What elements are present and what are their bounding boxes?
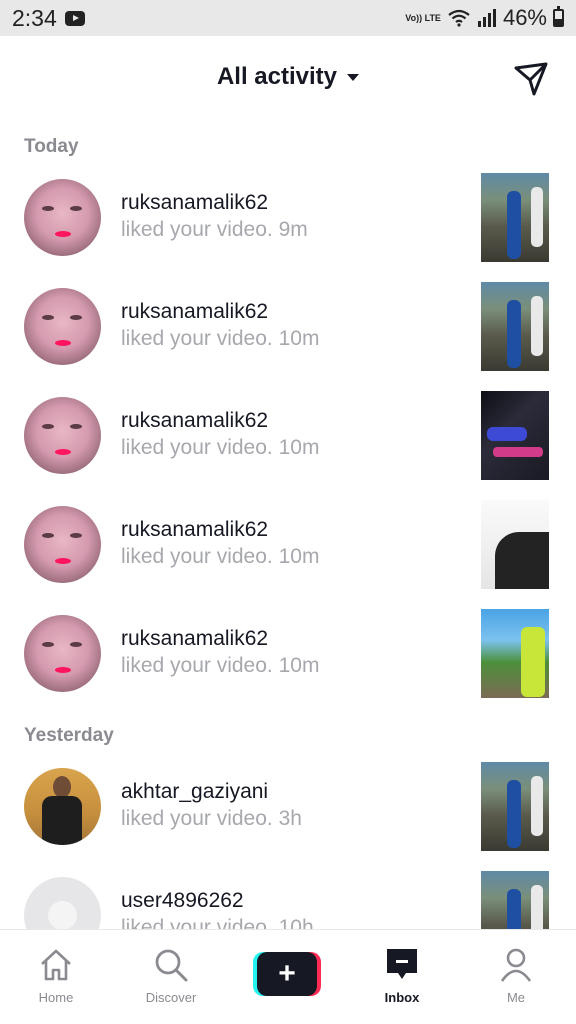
video-thumbnail[interactable]	[481, 762, 549, 851]
battery-percent: 46%	[502, 5, 547, 30]
notification-row[interactable]: akhtar_gaziyani liked your video. 3h	[0, 757, 576, 857]
profile-icon	[500, 948, 532, 982]
tab-discover-label: Discover	[145, 990, 197, 1005]
tab-home-label: Home	[38, 990, 74, 1005]
wifi-icon	[448, 9, 470, 27]
notification-username[interactable]: ruksanamalik62	[121, 191, 268, 215]
notification-action: liked your video. 10m	[121, 327, 320, 350]
avatar[interactable]	[24, 768, 101, 845]
tab-me[interactable]: Me	[466, 930, 566, 1024]
home-icon	[41, 949, 71, 981]
tab-me-label: Me	[506, 990, 526, 1005]
notification-username[interactable]: ruksanamalik62	[121, 627, 268, 651]
notification-row[interactable]: ruksanamalik62 liked your video. 10m	[0, 495, 576, 595]
signal-icon	[477, 9, 496, 27]
notification-row[interactable]: ruksanamalik62 liked your video. 10m	[0, 604, 576, 704]
search-icon	[155, 949, 188, 982]
avatar[interactable]	[24, 179, 101, 256]
tab-home[interactable]: Home	[6, 930, 106, 1024]
paper-plane-icon[interactable]	[512, 60, 550, 98]
status-time: 2:34	[12, 4, 57, 31]
avatar[interactable]	[24, 397, 101, 474]
youtube-icon	[64, 10, 85, 26]
notification-action: liked your video. 10m	[121, 436, 320, 459]
section-label-yesterday: Yesterday	[24, 725, 114, 746]
create-video-button[interactable]: +	[253, 952, 321, 996]
video-thumbnail[interactable]	[481, 173, 549, 262]
tab-discover[interactable]: Discover	[121, 930, 221, 1024]
avatar[interactable]	[24, 288, 101, 365]
avatar[interactable]	[24, 506, 101, 583]
caret-down-icon	[347, 73, 360, 81]
notification-username[interactable]: user4896262	[121, 889, 244, 913]
video-thumbnail[interactable]	[481, 609, 549, 698]
notification-action: liked your video. 9m	[121, 218, 308, 241]
inbox-header: All activity	[0, 36, 576, 122]
tab-inbox-label: Inbox	[384, 990, 420, 1005]
video-thumbnail[interactable]	[481, 500, 549, 589]
notification-action: liked your video. 10m	[121, 545, 320, 568]
notification-username[interactable]: ruksanamalik62	[121, 518, 268, 542]
notification-row[interactable]: ruksanamalik62 liked your video. 10m	[0, 277, 576, 377]
video-thumbnail[interactable]	[481, 282, 549, 371]
notification-action: liked your video. 3h	[121, 807, 302, 830]
bottom-tab-bar: Home Discover + Inbox Me	[0, 929, 576, 1024]
inbox-icon	[387, 949, 417, 979]
section-label-today: Today	[24, 136, 79, 157]
activity-filter-dropdown[interactable]: All activity	[0, 63, 576, 91]
page-title: All activity	[216, 63, 338, 90]
plus-icon: +	[257, 952, 317, 996]
battery-icon	[553, 6, 564, 27]
notification-username[interactable]: akhtar_gaziyani	[121, 780, 268, 804]
avatar[interactable]	[24, 615, 101, 692]
tab-inbox[interactable]: Inbox	[352, 930, 452, 1024]
notification-username[interactable]: ruksanamalik62	[121, 409, 268, 433]
notification-row[interactable]: ruksanamalik62 liked your video. 9m	[0, 168, 576, 268]
notification-row[interactable]: ruksanamalik62 liked your video. 10m	[0, 386, 576, 486]
notification-username[interactable]: ruksanamalik62	[121, 300, 268, 324]
volte-label: Vo)) LTE	[405, 12, 441, 23]
status-bar: 2:34 Vo)) LTE 46%	[0, 0, 576, 36]
notification-action: liked your video. 10m	[121, 654, 320, 677]
video-thumbnail[interactable]	[481, 391, 549, 480]
